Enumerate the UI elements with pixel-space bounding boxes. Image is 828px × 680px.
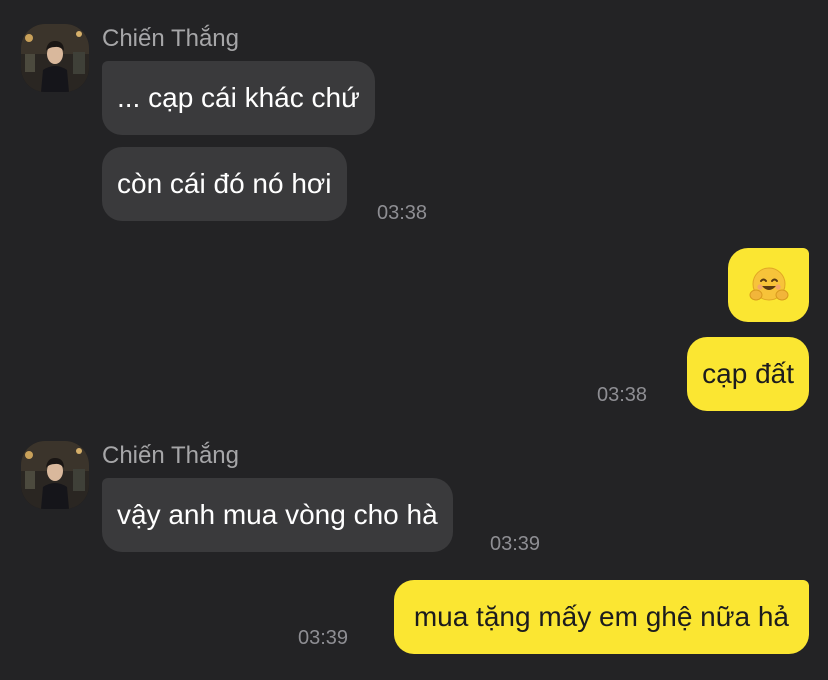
message-timestamp: 03:38 xyxy=(377,202,428,224)
smiling-face-with-open-hands-emoji xyxy=(749,267,788,301)
message-timestamp: 03:38 xyxy=(597,384,648,406)
sender-name: Chiến Thắng xyxy=(102,25,239,52)
message-timestamp: 03:39 xyxy=(298,627,349,649)
incoming-message-bubble[interactable]: vậy anh mua vòng cho hà xyxy=(102,478,453,552)
outgoing-message-bubble[interactable]: mua tặng mấy em ghệ nữa hả xyxy=(393,580,809,654)
avatar[interactable] xyxy=(21,441,89,509)
avatar-photo xyxy=(21,441,89,509)
outgoing-emoji-bubble[interactable] xyxy=(728,248,809,322)
avatar[interactable] xyxy=(21,24,89,92)
incoming-message-bubble[interactable]: ... cạp cái khác chứ xyxy=(102,61,375,135)
sender-name: Chiến Thắng xyxy=(102,442,239,469)
incoming-message-bubble[interactable]: còn cái đó nó hơi xyxy=(102,147,347,221)
message-timestamp: 03:39 xyxy=(490,533,541,555)
outgoing-message-bubble[interactable]: cạp đất xyxy=(687,337,809,411)
avatar-photo xyxy=(21,24,89,92)
